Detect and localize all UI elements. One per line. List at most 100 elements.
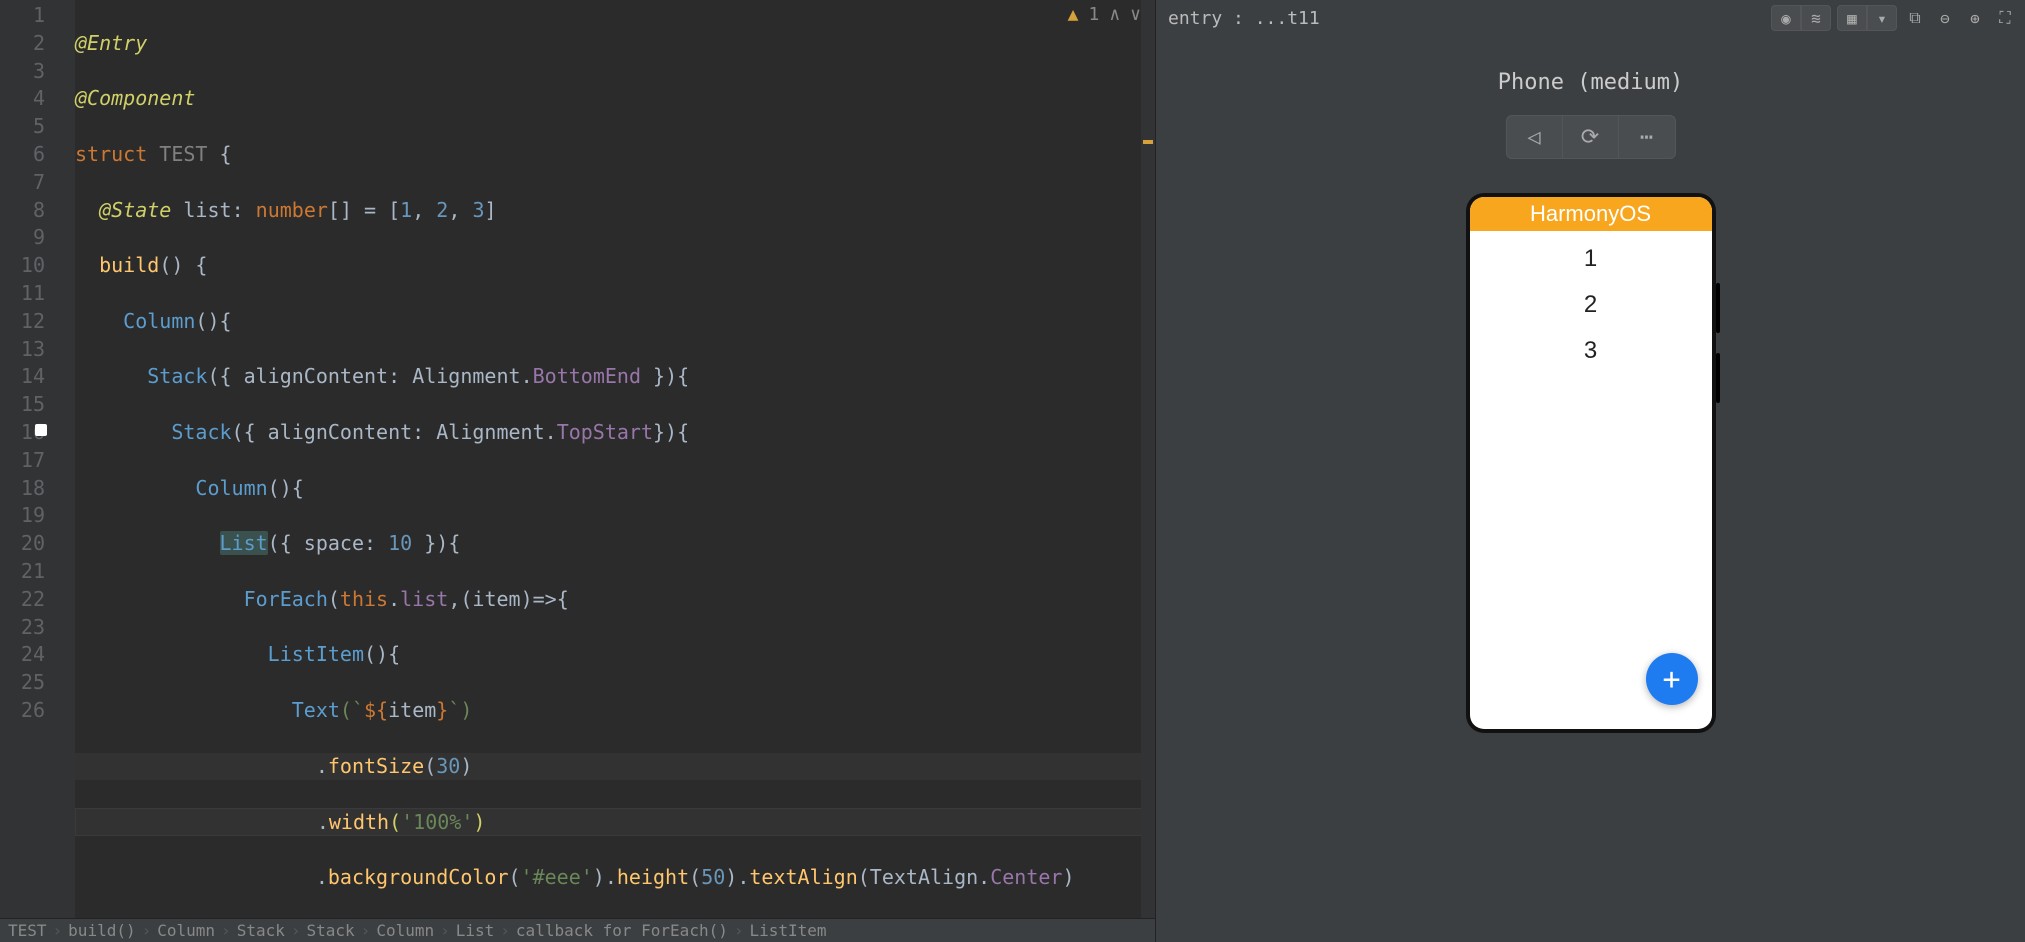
line-number[interactable]: 21 <box>0 558 45 586</box>
paren: ( <box>389 810 401 834</box>
comp-column: Column <box>195 476 267 500</box>
breadcrumb-item[interactable]: Column <box>376 921 434 940</box>
comp-column: Column <box>123 309 195 333</box>
num: 50 <box>701 865 725 889</box>
chevron-right-icon: › <box>500 921 510 940</box>
inspection-bar: ▲ 1 ∧ ∨ <box>1068 4 1141 25</box>
line-number[interactable]: 5 <box>0 113 45 141</box>
line-number[interactable]: 4 <box>0 85 45 113</box>
paren: ) <box>473 810 485 834</box>
list-item[interactable]: 3 <box>1470 331 1712 371</box>
dropdown-button[interactable]: ▾ <box>1867 5 1897 31</box>
decorator-state: @State <box>99 198 171 222</box>
editor-body[interactable]: ▲ 1 ∧ ∨ 1 2 3 4 5 6 7 8 9 10 11 12 13 14… <box>0 0 1155 918</box>
fab-add-button[interactable]: + <box>1646 653 1698 705</box>
breadcrumb-item[interactable]: callback for ForEach() <box>516 921 728 940</box>
line-number[interactable]: 11 <box>0 280 45 308</box>
breadcrumb-item[interactable]: ListItem <box>749 921 826 940</box>
device-screen[interactable]: HarmonyOS 1 2 3 + <box>1470 197 1712 729</box>
paren: ). <box>593 865 617 889</box>
comp-stack: Stack <box>147 364 207 388</box>
line-number[interactable]: 20 <box>0 530 45 558</box>
line-number[interactable]: 9 <box>0 224 45 252</box>
list-item[interactable]: 1 <box>1470 239 1712 279</box>
breadcrumb-item[interactable]: build() <box>68 921 135 940</box>
line-number-gutter[interactable]: 1 2 3 4 5 6 7 8 9 10 11 12 13 14 15 16 1… <box>0 0 55 918</box>
line-number[interactable]: 13 <box>0 336 45 364</box>
layers-button[interactable]: ≋ <box>1801 5 1831 31</box>
line-number[interactable]: 12 <box>0 308 45 336</box>
line-number[interactable]: 2 <box>0 30 45 58</box>
grid-button[interactable]: ▦ <box>1837 5 1867 31</box>
rotate-button[interactable]: ⟳ <box>1563 116 1619 158</box>
num: 30 <box>436 754 460 778</box>
prev-highlight-icon[interactable]: ∧ <box>1109 4 1120 25</box>
toolbar-group-layout: ▦ ▾ <box>1837 5 1897 31</box>
field-list: list <box>171 198 231 222</box>
enum-textalign: TextAlign <box>870 865 978 889</box>
fit-button[interactable]: ⛶ <box>1993 5 2017 31</box>
bracket: [] = [ <box>328 198 400 222</box>
enum-alignment: Alignment <box>436 420 544 444</box>
line-number[interactable]: 19 <box>0 502 45 530</box>
breadcrumb-item[interactable]: Stack <box>307 921 355 940</box>
breadcrumb-item[interactable]: TEST <box>8 921 47 940</box>
gutter-icons <box>55 0 75 918</box>
dot: . <box>388 587 400 611</box>
breadcrumb-item[interactable]: List <box>456 921 495 940</box>
comp-list: List <box>220 531 268 555</box>
volume-up-nub <box>1716 283 1720 333</box>
zoom-out-button[interactable]: ⊖ <box>1933 5 1957 31</box>
str: '#eee' <box>521 865 593 889</box>
grid-icon: ▦ <box>1847 9 1857 28</box>
list-item[interactable]: 2 <box>1470 285 1712 325</box>
crop-button[interactable]: ⧉ <box>1903 5 1927 31</box>
code-area[interactable]: @Entry @Component struct TEST { @State l… <box>75 0 1155 918</box>
dot: . <box>978 865 990 889</box>
line-number[interactable]: 1 <box>0 2 45 30</box>
chevron-right-icon: › <box>291 921 301 940</box>
breadcrumb: TEST› build()› Column› Stack› Stack› Col… <box>0 918 1155 942</box>
kw-struct: struct <box>75 142 147 166</box>
dot: . <box>317 810 329 834</box>
line-number[interactable]: 15 <box>0 391 45 419</box>
line-number[interactable]: 10 <box>0 252 45 280</box>
scrollbar[interactable] <box>1141 0 1155 918</box>
enum-alignment: Alignment <box>412 364 520 388</box>
paren: ) <box>460 754 472 778</box>
line-number[interactable]: 14 <box>0 363 45 391</box>
breadcrumb-item[interactable]: Column <box>157 921 215 940</box>
modified-marker-icon[interactable] <box>35 424 47 436</box>
line-number[interactable]: 7 <box>0 169 45 197</box>
line-number[interactable]: 26 <box>0 697 45 725</box>
line-number[interactable]: 8 <box>0 197 45 225</box>
line-number[interactable]: 3 <box>0 58 45 86</box>
paren: (){ <box>195 309 231 333</box>
paren: ({ <box>268 531 304 555</box>
dot: . <box>316 865 328 889</box>
zoom-in-button[interactable]: ⊕ <box>1963 5 1987 31</box>
next-highlight-icon[interactable]: ∨ <box>1130 4 1141 25</box>
prop-space: space <box>304 531 364 555</box>
editor-pane: ▲ 1 ∧ ∨ 1 2 3 4 5 6 7 8 9 10 11 12 13 14… <box>0 0 1155 942</box>
inspect-button[interactable]: ◉ <box>1771 5 1801 31</box>
chevron-right-icon: › <box>361 921 371 940</box>
crop-icon: ⧉ <box>1909 8 1920 28</box>
line-number[interactable]: 17 <box>0 447 45 475</box>
line-number[interactable]: 18 <box>0 475 45 503</box>
breadcrumb-item[interactable]: Stack <box>237 921 285 940</box>
preview-toolbar: entry : ...t11 ◉ ≋ ▦ ▾ ⧉ ⊖ ⊕ ⛶ <box>1156 0 2025 36</box>
line-number[interactable]: 6 <box>0 141 45 169</box>
warning-marker-icon[interactable] <box>1143 140 1153 144</box>
paren: ). <box>725 865 749 889</box>
preview-controls: ◁ ⟳ ⋯ <box>1506 115 1676 159</box>
line-number[interactable]: 22 <box>0 586 45 614</box>
line-number[interactable]: 23 <box>0 614 45 642</box>
line-number[interactable]: 24 <box>0 641 45 669</box>
more-button[interactable]: ⋯ <box>1619 116 1675 158</box>
line-number[interactable]: 25 <box>0 669 45 697</box>
paren: (){ <box>268 476 304 500</box>
field-list: list <box>400 587 448 611</box>
dot: . <box>545 420 557 444</box>
back-button[interactable]: ◁ <box>1507 116 1563 158</box>
